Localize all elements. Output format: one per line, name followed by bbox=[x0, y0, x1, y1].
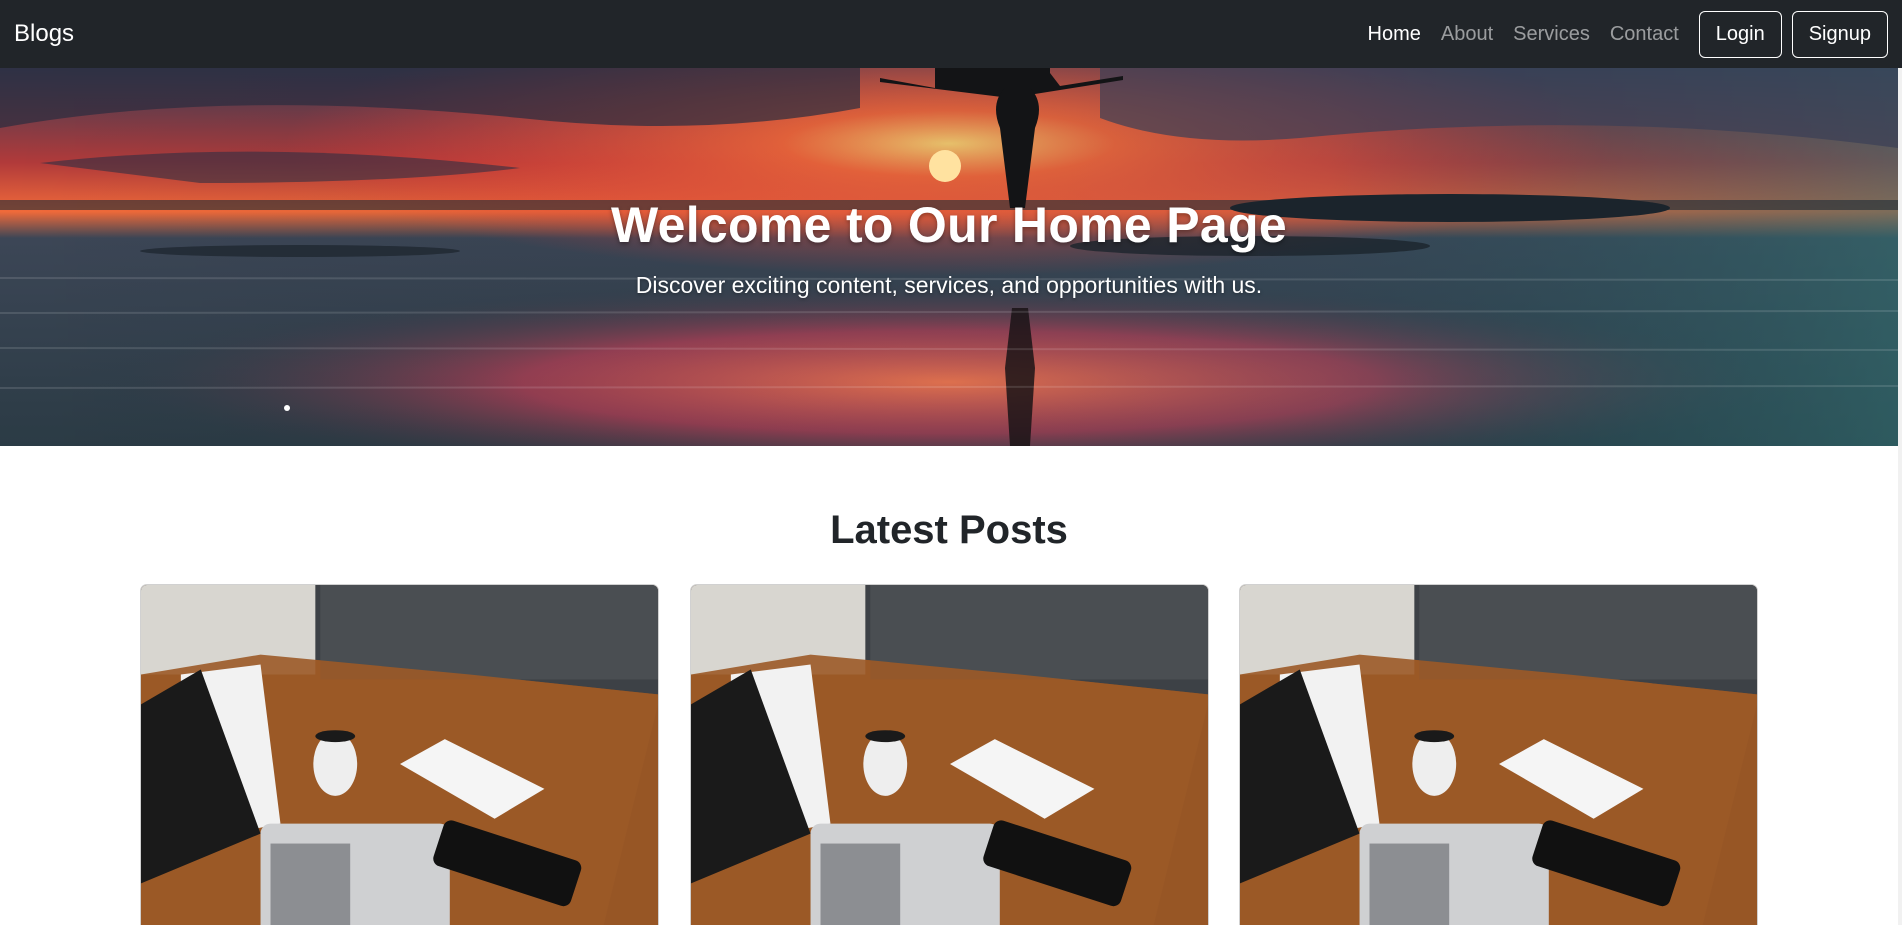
carousel-indicator-dot[interactable] bbox=[284, 405, 290, 411]
post-card-image bbox=[1240, 585, 1757, 925]
nav-link-contact[interactable]: Contact bbox=[1610, 24, 1679, 44]
hero-caption: Welcome to Our Home Page Discover exciti… bbox=[0, 196, 1898, 299]
page-scrollbar[interactable] bbox=[1898, 68, 1902, 925]
login-button[interactable]: Login bbox=[1698, 10, 1782, 58]
latest-posts-heading: Latest Posts bbox=[830, 508, 1068, 552]
post-card-image bbox=[691, 585, 1208, 925]
hero-title: Welcome to Our Home Page bbox=[611, 197, 1287, 253]
nav-link-home[interactable]: Home bbox=[1368, 24, 1421, 44]
post-card-1[interactable] bbox=[140, 584, 659, 925]
signup-button[interactable]: Signup bbox=[1791, 10, 1888, 58]
top-navbar: Blogs Home About Services Contact Login … bbox=[0, 0, 1902, 68]
post-card-2[interactable] bbox=[690, 584, 1209, 925]
hero-carousel[interactable]: Welcome to Our Home Page Discover exciti… bbox=[0, 68, 1898, 446]
nav-right-group: Home About Services Contact Login Signup bbox=[1348, 10, 1888, 58]
nav-link-services[interactable]: Services bbox=[1513, 24, 1590, 44]
post-card-image bbox=[141, 585, 658, 925]
brand-logo-link[interactable]: Blogs bbox=[14, 22, 74, 46]
post-card-3[interactable] bbox=[1239, 584, 1758, 925]
nav-link-about[interactable]: About bbox=[1441, 24, 1493, 44]
hero-subtitle: Discover exciting content, services, and… bbox=[635, 272, 1263, 298]
